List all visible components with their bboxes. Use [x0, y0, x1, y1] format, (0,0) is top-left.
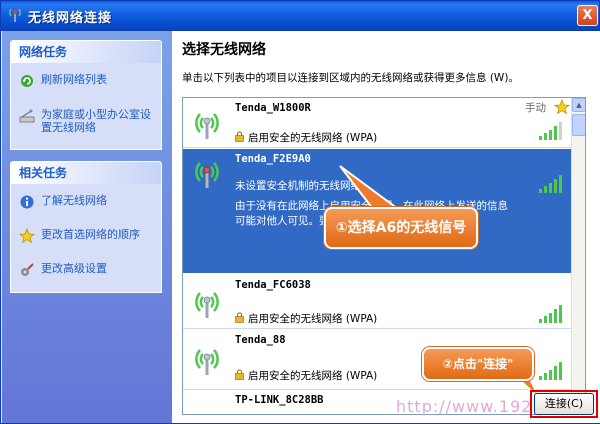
close-icon: X [582, 8, 593, 23]
wireless-antenna-icon [195, 349, 219, 375]
change-advanced-settings-label: 更改高级设置 [41, 262, 107, 275]
signal-strength-icon [539, 122, 562, 140]
network-item-tenda-fc6038[interactable]: Tenda_FC6038 启用安全的无线网络 (WPA) [183, 275, 571, 329]
wireless-antenna-icon [195, 292, 219, 318]
lock-icon [235, 369, 244, 380]
network-tasks-panel: 网络任务 刷新网络列表 为家庭或小型办公室设 置无线网络 [10, 40, 162, 150]
network-name: Tenda_88 [235, 334, 286, 346]
network-tasks-title: 网络任务 [11, 41, 161, 63]
change-preferred-order-link[interactable]: 更改首选网络的顺序 [11, 222, 161, 247]
setup-wireless-network-link[interactable]: 为家庭或小型办公室设 置无线网络 [11, 102, 161, 140]
lock-icon [235, 312, 244, 323]
scroll-thumb[interactable] [572, 114, 585, 136]
learn-wireless-link[interactable]: 了解无线网络 [11, 188, 161, 213]
settings-icon [21, 263, 34, 276]
change-advanced-settings-link[interactable]: 更改高级设置 [11, 256, 161, 281]
wireless-setup-icon [19, 109, 35, 123]
network-name: Tenda_FC6038 [235, 279, 311, 291]
task-sidebar: 网络任务 刷新网络列表 为家庭或小型办公室设 置无线网络 相关任务 了解无线网络… [2, 31, 172, 423]
instruction-text: 单击以下列表中的项目以连接到区域内的无线网络或获得更多信息 (W)。 [182, 72, 519, 84]
setup-wireless-network-label-line2: 置无线网络 [41, 121, 96, 134]
wireless-network-icon [9, 8, 21, 22]
security-text: 启用安全的无线网络 (WPA) [248, 370, 378, 382]
main-content: 选择无线网络 单击以下列表中的项目以连接到区域内的无线网络或获得更多信息 (W)… [172, 31, 600, 423]
network-name: Tenda_F2E9A0 [235, 153, 311, 165]
info-icon [20, 195, 34, 209]
scroll-up-button[interactable]: ▲ [572, 98, 585, 112]
wireless-antenna-icon [195, 113, 219, 139]
preferred-star-icon [554, 99, 570, 115]
security-text: 启用安全的无线网络 (WPA) [248, 313, 378, 325]
signal-strength-icon [539, 305, 562, 323]
star-icon [19, 228, 35, 244]
setup-wireless-network-label-line1: 为家庭或小型办公室设 [41, 108, 151, 121]
security-status: 启用安全的无线网络 (WPA) [235, 130, 377, 145]
manual-label: 手动 [525, 102, 546, 114]
lock-icon [235, 131, 244, 142]
wireless-antenna-icon [195, 162, 219, 188]
network-name: TP-LINK_8C28BB [235, 394, 324, 406]
security-text: 启用安全的无线网络 (WPA) [248, 132, 378, 144]
list-scrollbar[interactable]: ▲ ▼ [571, 98, 585, 414]
network-item-tenda-w1800r[interactable]: Tenda_W1800R 手动 启用安全的无线网络 (WPA) [183, 98, 571, 148]
chevron-up-icon: ▲ [576, 101, 582, 109]
network-name: Tenda_W1800R [235, 102, 311, 114]
window-title: 无线网络连接 [28, 11, 113, 26]
page-title: 选择无线网络 [182, 42, 266, 58]
step1-callout: ①选择A6的无线信号 [324, 207, 478, 249]
signal-strength-icon [539, 175, 562, 193]
related-tasks-panel: 相关任务 了解无线网络 更改首选网络的顺序 更改高级设置 [10, 161, 162, 293]
wireless-network-window: 无线网络连接 X 网络任务 刷新网络列表 为家庭或小型办公室设 置无线网络 相关… [0, 0, 600, 424]
refresh-network-list-link[interactable]: 刷新网络列表 [11, 67, 161, 92]
learn-wireless-label: 了解无线网络 [41, 194, 107, 207]
related-tasks-title: 相关任务 [11, 162, 161, 184]
close-button[interactable]: X [577, 5, 598, 26]
connect-button[interactable]: 连接(C) [534, 393, 594, 415]
security-status: 启用安全的无线网络 (WPA) [235, 311, 377, 326]
title-bar[interactable]: 无线网络连接 X [1, 1, 599, 31]
refresh-icon [21, 75, 33, 87]
step2-callout: ②点击"连接" [422, 347, 534, 381]
refresh-network-list-label: 刷新网络列表 [41, 73, 107, 86]
change-preferred-order-label: 更改首选网络的顺序 [41, 228, 140, 241]
security-status: 启用安全的无线网络 (WPA) [235, 368, 377, 383]
